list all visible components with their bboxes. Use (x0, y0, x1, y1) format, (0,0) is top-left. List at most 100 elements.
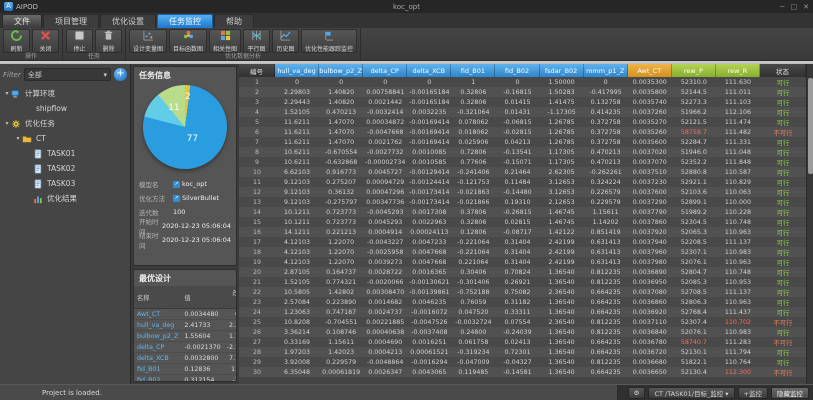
column-header-delta_CP[interactable]: delta_CP (363, 64, 407, 77)
add-monitor-button[interactable]: +监控 (738, 387, 768, 399)
table-row[interactable]: 306.350480.000618190.00263470.00430650.1… (239, 367, 806, 377)
column-header-rew_P[interactable]: rew_P (672, 64, 716, 77)
ribbon-button-monitor[interactable]: 优化性能跟踪监控 (301, 29, 357, 53)
table-row[interactable]: 174.121031.22070-0.00432270.0047233-0.22… (239, 237, 806, 247)
table-row[interactable]: 139.12103-0.2757970.00347736-0.00173414-… (239, 197, 806, 207)
tree-item-优化任务[interactable]: ▾优化任务 (3, 116, 127, 131)
cell-value: 52880.8 (672, 167, 716, 177)
cell-value: 0.00061819 (319, 367, 363, 377)
ribbon-button-stop[interactable]: 停止 (66, 29, 93, 53)
table-row[interactable]: 232.570840.2238900.00146820.00462350.760… (239, 297, 806, 307)
info-field-label: 结束时间 (139, 230, 162, 250)
best-design-row[interactable]: fid_B020.312154-7% (134, 375, 237, 383)
tree-item-task03[interactable]: TASK03 (3, 176, 127, 191)
close-icon[interactable]: ✕ (803, 3, 809, 11)
table-row[interactable]: 119.121030.2752070.00094729-0.00124414-0… (239, 177, 806, 187)
table-row[interactable]: 910.6211-0.632868-0.000027340.00105850.7… (239, 157, 806, 167)
ribbon-button-matrix[interactable]: 相关性图 (209, 29, 241, 53)
ribbon-button-close-red[interactable]: 关闭 (32, 29, 59, 53)
minimize-icon[interactable]: ─ (780, 3, 784, 11)
scrollbar-thumb[interactable] (808, 78, 813, 174)
table-row[interactable]: 41.521050.470213-0.00324140.0032235-0.32… (239, 107, 806, 117)
column-header-Awt_CT[interactable]: Awt_CT (628, 64, 672, 77)
column-header-fid_B02[interactable]: fid_B02 (495, 64, 539, 77)
column-header-hull_va_deg[interactable]: hull_va_deg (275, 64, 319, 77)
table-row[interactable]: 2510.8208-0.7045510.00221885-0.0047526-0… (239, 317, 806, 327)
best-design-row[interactable]: hull_va_deg2.417332.2% (134, 320, 237, 331)
ribbon-button-parallel[interactable]: 平行图 (243, 29, 270, 53)
tree-item-task02[interactable]: TASK02 (3, 161, 127, 176)
tree-item-计算环境[interactable]: ▾计算环境 (3, 86, 127, 101)
table-row[interactable]: 184.121031.22070-0.00259580.0047668-0.22… (239, 247, 806, 257)
ribbon-tab-4[interactable]: 任务监控 (157, 14, 213, 28)
tree-item-优化结果[interactable]: 优化结果 (3, 191, 127, 206)
tree-item-ct[interactable]: ▾CT (3, 131, 127, 146)
results-table-header: 编号hull_va_degbulbow_p2_Zdelta_CPdelta_XC… (239, 64, 806, 77)
hide-monitor-button[interactable]: 隐藏监控 (771, 387, 809, 399)
monitor-path-dropdown[interactable]: CT /TASK01/目标_监控 ▾ (648, 387, 734, 399)
tree-expand-icon[interactable]: ▾ (3, 120, 11, 127)
table-row[interactable]: 106.621030.9167730.0045727-0.00129414-0.… (239, 167, 806, 177)
tree-item-task01[interactable]: TASK01 (3, 146, 127, 161)
tree-expand-icon[interactable]: ▾ (14, 135, 22, 142)
best-design-row[interactable]: bulbow_p2_Z1.556041.7% (134, 331, 237, 342)
table-row[interactable]: 22.298031.408200.00758841-0.001651840.32… (239, 87, 806, 97)
vertical-scrollbar[interactable] (806, 64, 813, 384)
tree-item-shipflow[interactable]: shipflow (3, 101, 127, 116)
ribbon-button-flower[interactable]: 目标函数图 (169, 29, 207, 53)
cell-value: 52768.4 (672, 307, 716, 317)
ribbon-button-trash[interactable]: 删除 (95, 29, 122, 53)
column-header-fsdar_B02[interactable]: fsdar_B02 (540, 64, 584, 77)
best-design-row[interactable]: fid_B010.1283611% (134, 364, 237, 375)
column-header-编号[interactable]: 编号 (239, 64, 275, 77)
table-row[interactable]: 611.62111.47070-0.0047668-0.001694140.01… (239, 127, 806, 137)
add-task-button[interactable]: + (114, 68, 127, 81)
column-header-bulbow_p2_Z[interactable]: bulbow_p2_Z (319, 64, 363, 77)
column-header-mmm_p1_Z[interactable]: mmm_p1_Z (584, 64, 628, 77)
table-row[interactable]: 270.331691.156110.00046900.00162510.0617… (239, 337, 806, 347)
table-row[interactable]: 281.972031.420230.00042130.00061521-0.31… (239, 347, 806, 357)
ribbon-button-scatter[interactable]: 设计变量图 (129, 29, 167, 53)
table-row[interactable]: 293.920080.229579-0.0048864-0.0016294-0.… (239, 357, 806, 367)
ribbon-button-refresh[interactable]: 刷新 (3, 29, 30, 53)
table-row[interactable]: 2210.58051.428020.00308470-0.00139861-0.… (239, 287, 806, 297)
folder-icon (22, 134, 33, 144)
ribbon-tab-1[interactable]: 文件 (2, 14, 42, 28)
table-row[interactable]: 211.521050.774321-0.0020066-0.00130621-0… (239, 277, 806, 287)
best-design-row[interactable]: delta_CP-0.0021370-2.1% (134, 342, 237, 353)
cell-value: 0.0037230 (628, 177, 672, 187)
table-row[interactable]: 129.121030.361320.00047296-0.00173414-0.… (239, 187, 806, 197)
table-row[interactable]: 10000101.5000000.003530052310.0111.630可行 (239, 77, 806, 87)
best-design-row[interactable]: delta_XCB0.00328007.7% (134, 353, 237, 364)
monitor-settings-button[interactable]: ⚙ (628, 387, 646, 399)
column-header-delta_XCB[interactable]: delta_XCB (407, 64, 451, 77)
cell-value: 0.226579 (584, 187, 628, 197)
table-row[interactable]: 1510.12110.7237730.00452930.00229630.328… (239, 217, 806, 227)
table-row[interactable]: 263.362140.1087460.00040638-0.00374080.2… (239, 327, 806, 337)
column-header-fid_B01[interactable]: fid_B01 (451, 64, 495, 77)
tree-expand-icon[interactable]: ▾ (3, 90, 11, 97)
table-row[interactable]: 711.62111.470700.0021762-0.001694140.025… (239, 137, 806, 147)
table-row[interactable]: 1410.12110.723773-0.00452930.00173080.37… (239, 207, 806, 217)
table-row[interactable]: 241.230630.7471870.0024737-0.00160720.04… (239, 307, 806, 317)
filter-dropdown[interactable]: 全部▾ (24, 68, 111, 81)
ribbon-tab-2[interactable]: 项目管理 (43, 14, 99, 28)
cell-value: -0.321064 (451, 107, 495, 117)
cell-value: 51822.1 (672, 357, 716, 367)
table-row[interactable]: 194.121031.220700.00392730.00476680.2210… (239, 257, 806, 267)
cell-value: -0.0047668 (363, 127, 407, 137)
ribbon-button-label: 目标函数图 (173, 44, 203, 53)
table-row[interactable]: 1614.12110.2212130.00049140.000241130.12… (239, 227, 806, 237)
best-design-row[interactable]: Awt_CT0.00344806% (134, 309, 237, 320)
column-header-状态[interactable]: 状态 (760, 64, 806, 77)
table-row[interactable]: 511.62111.470700.00034872-0.001694140.07… (239, 117, 806, 127)
table-row[interactable]: 32.294431.408200.0021442-0.001651840.328… (239, 97, 806, 107)
column-header-rew_R[interactable]: rew_R (716, 64, 760, 77)
ribbon-tab-5[interactable]: 帮助 (214, 14, 254, 28)
table-row[interactable]: 810.6211-0.670554-0.00277320.00100850.72… (239, 147, 806, 157)
cell-value: 0.0037260 (628, 107, 672, 117)
ribbon-button-line[interactable]: 历史图 (272, 29, 299, 53)
table-row[interactable]: 202.871050.1647370.00287220.00163650.304… (239, 267, 806, 277)
maximize-icon[interactable]: □ (791, 3, 798, 11)
ribbon-tab-3[interactable]: 优化设置 (100, 14, 156, 28)
